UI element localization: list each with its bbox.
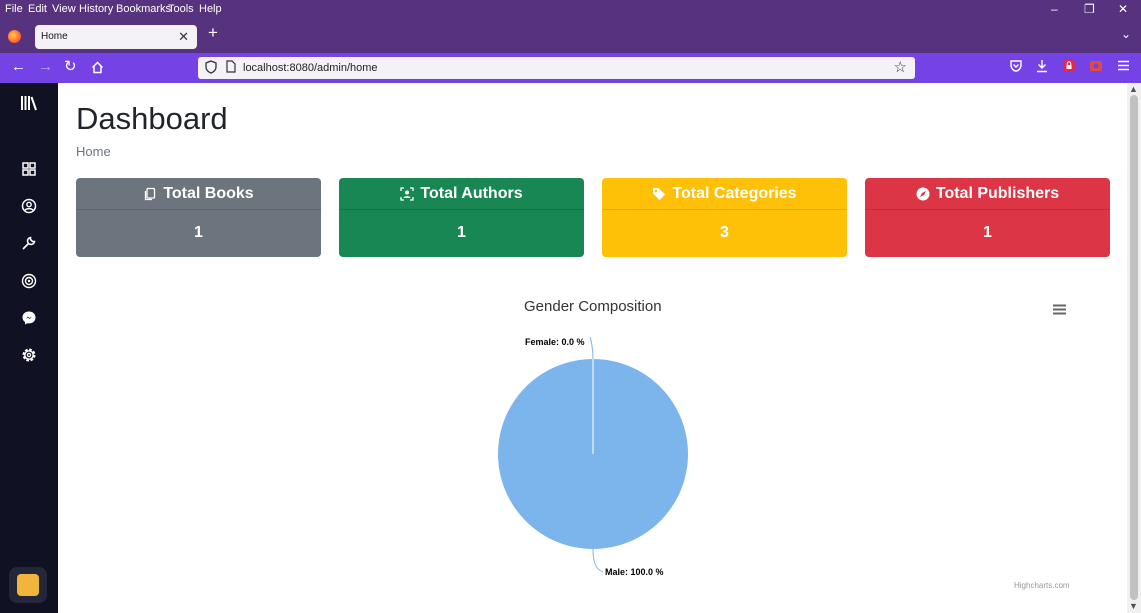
tracking-shield-icon[interactable] xyxy=(205,60,217,74)
bookmark-star-icon[interactable]: ☆ xyxy=(894,58,907,76)
card-label: Total Categories xyxy=(672,184,797,202)
wrench-icon[interactable] xyxy=(21,235,37,251)
firefox-logo-icon[interactable] xyxy=(8,30,21,43)
gender-pie-chart: Female: 0.0 % Male: 100.0 % xyxy=(498,336,688,577)
menu-bar: File Edit View History Bookmarks Tools H… xyxy=(0,0,1141,20)
address-bar[interactable]: localhost:8080/admin/home ☆ xyxy=(198,57,915,79)
app-badge-button[interactable] xyxy=(9,567,47,603)
user-circle-icon[interactable] xyxy=(21,198,37,214)
menu-view[interactable]: View xyxy=(52,3,76,15)
menu-help[interactable]: Help xyxy=(199,3,222,15)
home-icon[interactable] xyxy=(91,61,104,74)
pocket-icon[interactable] xyxy=(1009,59,1023,73)
card-value: 1 xyxy=(194,224,203,241)
forward-button[interactable]: → xyxy=(38,58,53,76)
chart-menu-icon[interactable] xyxy=(1053,304,1066,315)
copy-icon xyxy=(145,187,156,200)
dashboard-grid-icon[interactable] xyxy=(21,161,37,177)
restore-button[interactable]: ❐ xyxy=(1084,2,1095,16)
total-publishers-card: Total Publishers 1 xyxy=(865,178,1110,257)
card-header: Total Categories xyxy=(602,178,847,210)
mascot-icon xyxy=(17,574,39,596)
navigation-toolbar: ← → ↻ localhost:8080/admin/home ☆ xyxy=(0,53,1141,83)
breadcrumb[interactable]: Home xyxy=(76,144,111,159)
tab-close-icon[interactable]: ✕ xyxy=(178,29,189,45)
menu-file[interactable]: File xyxy=(5,3,23,15)
app-sidebar xyxy=(0,83,58,613)
card-label: Total Publishers xyxy=(935,184,1060,202)
tab-title: Home xyxy=(41,31,68,42)
card-label: Total Books xyxy=(163,184,254,202)
pie-label-male: Male: 100.0 % xyxy=(605,567,664,577)
messenger-icon[interactable] xyxy=(21,310,37,326)
scroll-thumb[interactable] xyxy=(1130,95,1138,600)
tags-icon xyxy=(653,187,666,200)
menu-tools[interactable]: Tools xyxy=(168,3,194,15)
library-logo-icon[interactable] xyxy=(20,95,38,111)
total-categories-card: Total Categories 3 xyxy=(602,178,847,257)
menu-edit[interactable]: Edit xyxy=(28,3,47,15)
tab-strip: Home ✕ + ⌄ xyxy=(0,20,1141,53)
author-icon xyxy=(400,186,415,201)
page-title: Dashboard xyxy=(76,101,228,136)
url-text[interactable]: localhost:8080/admin/home xyxy=(243,62,378,74)
main-content: Dashboard Home Total Books 1 Total Autho… xyxy=(58,83,1127,613)
menu-history[interactable]: History xyxy=(79,3,113,15)
tab-home[interactable]: Home ✕ xyxy=(35,25,197,49)
close-window-button[interactable]: ✕ xyxy=(1118,2,1128,16)
compass-icon xyxy=(916,187,930,200)
total-authors-card: Total Authors 1 xyxy=(339,178,584,257)
menu-bookmarks[interactable]: Bookmarks xyxy=(116,3,171,15)
card-value: 1 xyxy=(457,224,466,241)
chart-credits[interactable]: Highcharts.com xyxy=(1014,581,1070,590)
scroll-down-icon[interactable]: ▼ xyxy=(1129,601,1138,611)
new-tab-button[interactable]: + xyxy=(208,23,218,43)
chart-title: Gender Composition xyxy=(524,298,662,315)
pie-connector-female xyxy=(589,336,594,360)
card-header: Total Books xyxy=(76,178,321,210)
settings-gear-icon[interactable] xyxy=(21,347,37,363)
total-books-card: Total Books 1 xyxy=(76,178,321,257)
pie-label-female: Female: 0.0 % xyxy=(525,337,585,347)
card-header: Total Authors xyxy=(339,178,584,210)
extension-lock-icon[interactable] xyxy=(1062,59,1076,73)
app-menu-icon[interactable] xyxy=(1117,59,1130,72)
download-icon[interactable] xyxy=(1035,59,1049,73)
card-header: Total Publishers xyxy=(865,178,1110,210)
extension-record-icon[interactable] xyxy=(1089,59,1103,73)
card-label: Total Authors xyxy=(420,184,523,202)
reload-button[interactable]: ↻ xyxy=(64,58,77,76)
broadcast-icon[interactable] xyxy=(21,273,37,289)
list-tabs-button[interactable]: ⌄ xyxy=(1121,27,1131,41)
scroll-up-icon[interactable]: ▲ xyxy=(1129,84,1138,94)
minimize-button[interactable]: – xyxy=(1051,2,1058,16)
pie-connector-male xyxy=(592,548,604,573)
page-scrollbar[interactable]: ▲ ▼ xyxy=(1127,83,1141,613)
card-value: 3 xyxy=(720,224,729,241)
page-info-icon[interactable] xyxy=(226,60,236,73)
card-value: 1 xyxy=(983,224,992,241)
back-button[interactable]: ← xyxy=(11,58,26,76)
